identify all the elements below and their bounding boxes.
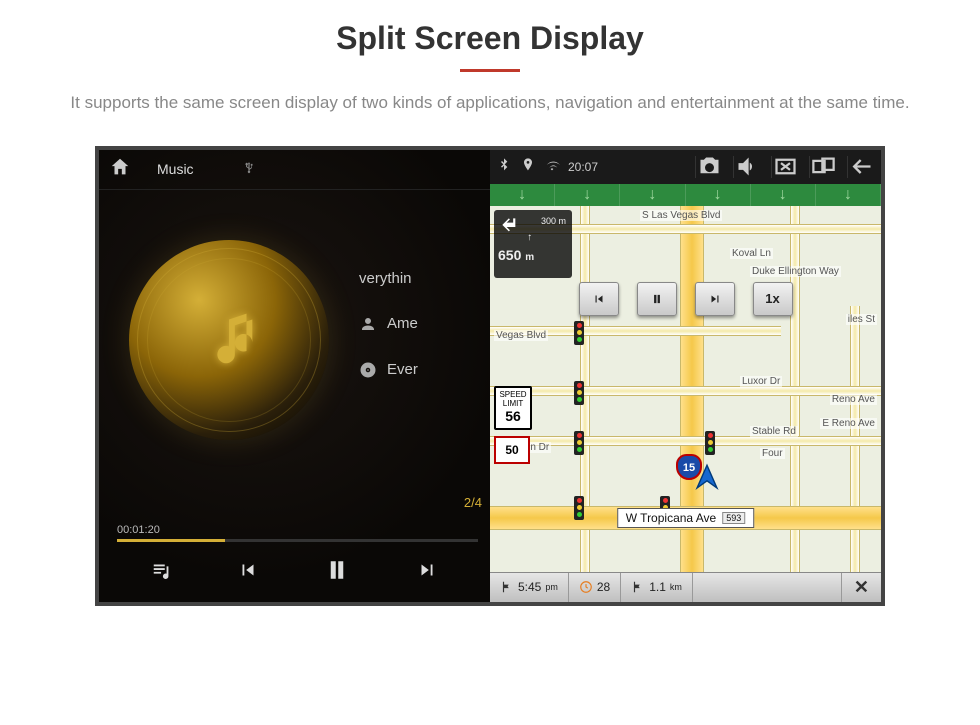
distance-unit: km bbox=[670, 582, 682, 592]
elapsed-time: 00:01:20 bbox=[117, 524, 160, 536]
time-remaining-value: 28 bbox=[597, 580, 610, 594]
clock-icon bbox=[579, 580, 593, 594]
speed-limit-sign: SPEED LIMIT 56 bbox=[494, 386, 532, 430]
street-label: iles St bbox=[846, 314, 877, 325]
street-label: Vegas Blvd bbox=[494, 330, 548, 341]
album-name: Ever bbox=[387, 361, 418, 378]
speed-limit-label: SPEED LIMIT bbox=[496, 390, 530, 408]
title-underline bbox=[460, 69, 520, 72]
page-description: It supports the same screen display of t… bbox=[0, 90, 980, 116]
distance-unit: m bbox=[525, 252, 534, 263]
traffic-light-icon bbox=[574, 321, 584, 345]
screenshot-button[interactable] bbox=[695, 156, 723, 178]
clock-time: 20:07 bbox=[568, 160, 598, 174]
turn-instruction: ↑ 300 m 650 m bbox=[494, 210, 572, 278]
music-header-label: Music bbox=[157, 161, 194, 177]
street-label: Stable Rd bbox=[750, 426, 798, 437]
traffic-light-icon bbox=[574, 431, 584, 455]
distance-remaining-item[interactable]: 1.1 km bbox=[621, 573, 693, 602]
traffic-light-icon bbox=[705, 431, 715, 455]
track-info: verythin Ame Ever bbox=[359, 270, 418, 407]
current-street-label: W Tropicana Ave 593 bbox=[617, 508, 755, 528]
eta-value: 5:45 bbox=[518, 580, 541, 594]
nav-close-button[interactable]: ✕ bbox=[841, 573, 881, 602]
music-top-bar: Music bbox=[99, 150, 490, 190]
lane-arrow-icon: ↓ bbox=[648, 186, 656, 204]
main-distance: 650 bbox=[498, 247, 521, 263]
volume-button[interactable] bbox=[733, 156, 761, 178]
split-screen-button[interactable] bbox=[809, 156, 837, 178]
nav-footer: 5:45 pm 28 1.1 km ✕ bbox=[490, 572, 881, 602]
lane-strip: ↓ ↓ ↓ ↓ ↓ ↓ bbox=[490, 184, 881, 206]
nav-prev-button[interactable] bbox=[579, 282, 619, 316]
nav-media-controls: 1x bbox=[579, 282, 793, 316]
person-icon bbox=[359, 315, 377, 333]
music-note-icon bbox=[194, 302, 264, 377]
pause-button[interactable] bbox=[322, 555, 352, 590]
lane-arrow-icon: ↓ bbox=[779, 186, 787, 204]
music-controls bbox=[99, 555, 490, 590]
route-shield: 50 bbox=[494, 436, 530, 464]
street-label: Duke Ellington Way bbox=[750, 266, 841, 277]
map-area[interactable]: S Las Vegas Blvd Koval Ln Duke Ellington… bbox=[490, 206, 881, 572]
time-remaining-item[interactable]: 28 bbox=[569, 573, 621, 602]
nav-pause-button[interactable] bbox=[637, 282, 677, 316]
back-button[interactable] bbox=[847, 156, 875, 178]
nav-speed-button[interactable]: 1x bbox=[753, 282, 793, 316]
traffic-light-icon bbox=[574, 381, 584, 405]
street-label: S Las Vegas Blvd bbox=[640, 210, 722, 221]
progress-bar[interactable] bbox=[117, 539, 478, 542]
usb-icon[interactable] bbox=[242, 161, 256, 178]
eta-period: pm bbox=[545, 582, 558, 592]
lane-arrow-icon: ↓ bbox=[518, 186, 526, 204]
flag-icon bbox=[631, 580, 645, 594]
bluetooth-icon bbox=[496, 157, 512, 176]
nav-next-button[interactable] bbox=[695, 282, 735, 316]
distance-value: 1.1 bbox=[649, 580, 666, 594]
playlist-button[interactable] bbox=[151, 559, 173, 586]
artist-name: Ame bbox=[387, 315, 418, 332]
street-label: E Reno Ave bbox=[820, 418, 877, 429]
vehicle-cursor-icon bbox=[690, 461, 724, 500]
street-label: Reno Ave bbox=[830, 394, 877, 405]
music-panel: Music verythin Ame Ever 2/4 00:01: bbox=[99, 150, 490, 602]
next-track-button[interactable] bbox=[416, 559, 438, 586]
page-title: Split Screen Display bbox=[0, 20, 980, 57]
status-bar: 20:07 bbox=[490, 150, 881, 184]
wifi-icon bbox=[544, 157, 560, 176]
album-art bbox=[129, 240, 329, 440]
lane-arrow-icon: ↓ bbox=[844, 186, 852, 204]
turn-left-icon bbox=[498, 231, 524, 243]
lane-arrow-icon: ↓ bbox=[714, 186, 722, 204]
track-counter: 2/4 bbox=[464, 495, 482, 510]
location-icon bbox=[520, 157, 536, 176]
disc-icon bbox=[359, 361, 377, 379]
traffic-light-icon bbox=[574, 496, 584, 520]
home-icon[interactable] bbox=[109, 156, 131, 183]
street-label: Luxor Dr bbox=[740, 376, 782, 387]
street-label: Four bbox=[760, 448, 785, 459]
eta-item[interactable]: 5:45 pm bbox=[490, 573, 569, 602]
device-screen: Music verythin Ame Ever 2/4 00:01: bbox=[95, 146, 885, 606]
current-street-name: W Tropicana Ave bbox=[626, 511, 717, 525]
route-badge: 593 bbox=[722, 512, 745, 524]
prev-track-button[interactable] bbox=[237, 559, 259, 586]
lane-arrow-icon: ↓ bbox=[583, 186, 591, 204]
map-panel: 20:07 ↓ ↓ ↓ ↓ ↓ ↓ bbox=[490, 150, 881, 602]
flag-icon bbox=[500, 580, 514, 594]
song-title: verythin bbox=[359, 270, 412, 287]
speed-limit-value: 56 bbox=[496, 408, 530, 424]
close-window-button[interactable] bbox=[771, 156, 799, 178]
sub-distance: 300 m bbox=[541, 216, 566, 226]
street-label: Koval Ln bbox=[730, 248, 773, 259]
